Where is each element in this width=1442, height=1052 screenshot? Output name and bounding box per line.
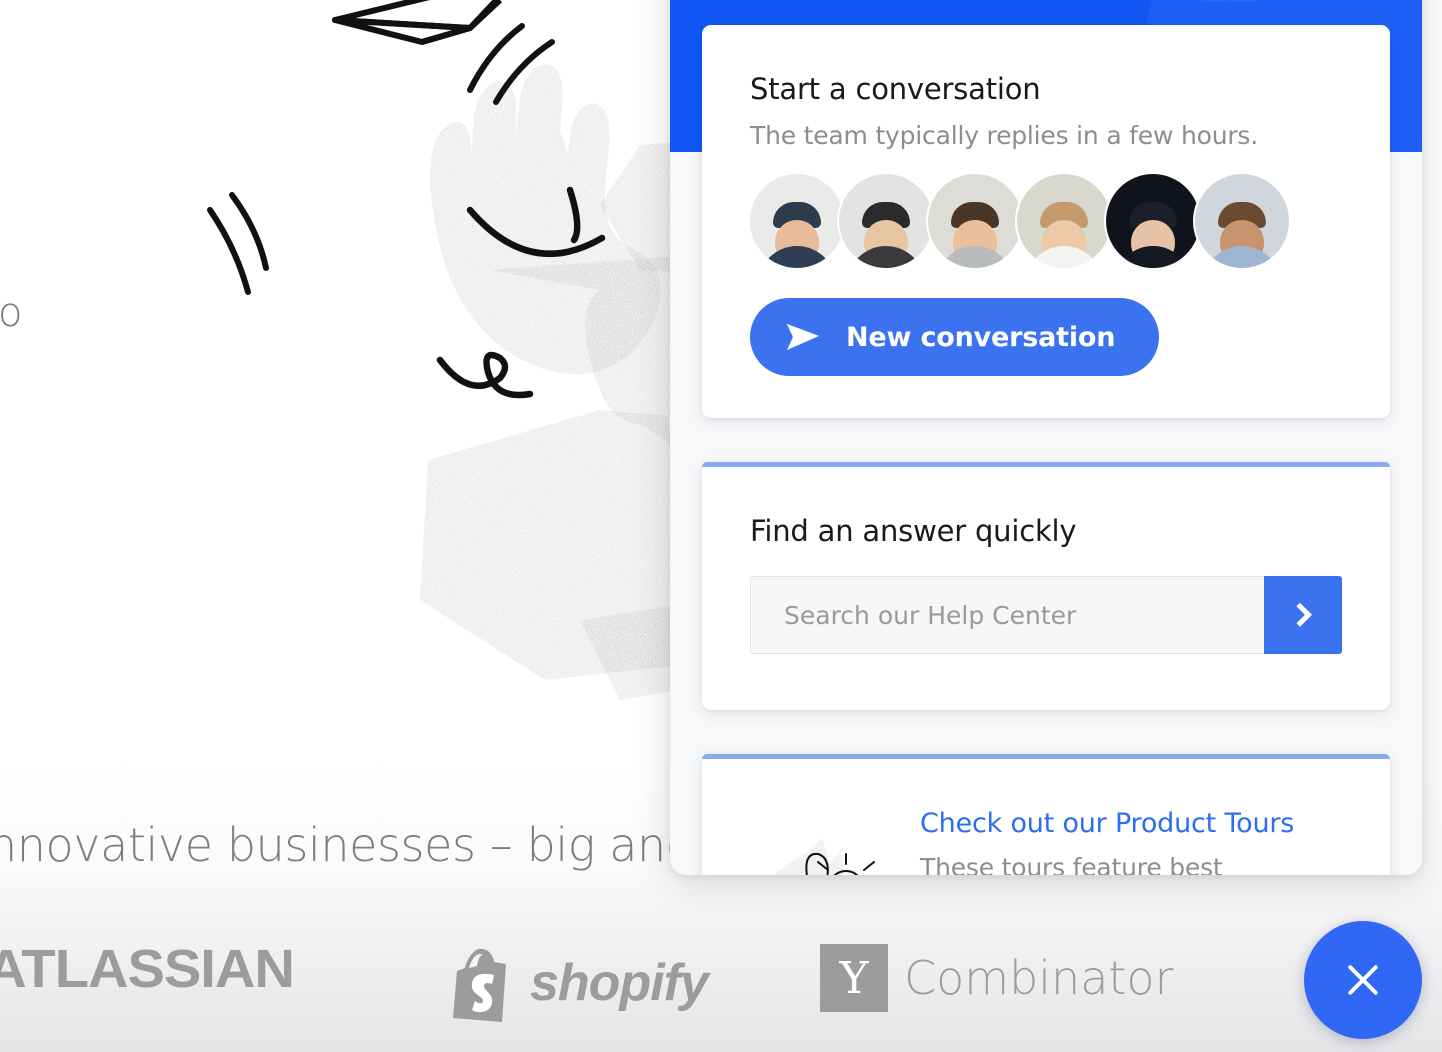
new-conversation-label: New conversation bbox=[846, 321, 1116, 353]
close-x-icon bbox=[1343, 960, 1383, 1000]
intercom-messenger-panel: Start a conversation The team typically … bbox=[670, 0, 1422, 875]
logo-shopify-text: shopify bbox=[530, 954, 709, 1012]
help-center-search-card: Find an answer quickly bbox=[702, 462, 1390, 710]
avatar bbox=[1017, 174, 1111, 268]
start-conversation-title: Start a conversation bbox=[750, 72, 1041, 106]
search-submit-button[interactable] bbox=[1264, 576, 1342, 654]
product-tours-link[interactable]: Check out our Product Tours bbox=[920, 808, 1294, 839]
search-row bbox=[750, 576, 1342, 654]
product-tours-card[interactable]: Check out our Product Tours These tours … bbox=[702, 754, 1390, 875]
search-card-title: Find an answer quickly bbox=[750, 514, 1077, 548]
avatar bbox=[839, 174, 933, 268]
hand-outline-doodle bbox=[436, 186, 606, 399]
product-tours-text: Check out our Product Tours These tours … bbox=[920, 800, 1294, 875]
chevron-right-icon bbox=[1287, 602, 1312, 627]
shopify-bag-icon bbox=[453, 948, 506, 1022]
messenger-close-button[interactable] bbox=[1304, 921, 1422, 1039]
avatar bbox=[928, 174, 1022, 268]
new-conversation-button[interactable]: New conversation bbox=[750, 298, 1160, 376]
start-conversation-subtitle: The team typically replies in a few hour… bbox=[750, 121, 1258, 150]
product-tour-illustration bbox=[746, 818, 902, 875]
yc-mark: Y bbox=[820, 944, 888, 1012]
search-input[interactable] bbox=[750, 576, 1264, 654]
product-tours-description: These tours feature best bbox=[920, 853, 1223, 875]
paper-plane-doodle bbox=[332, 0, 503, 45]
background-partial-word: o bbox=[0, 290, 23, 336]
background-tagline: nnovative businesses – big and bbox=[0, 818, 695, 872]
paper-plane-icon bbox=[787, 324, 819, 350]
start-conversation-card: Start a conversation The team typically … bbox=[702, 25, 1390, 418]
logo-ycombinator: Y Combinator bbox=[820, 944, 1174, 1012]
logo-atlassian: ATLASSIAN bbox=[0, 939, 295, 999]
motion-lines bbox=[207, 23, 555, 295]
logo-shopify: shopify bbox=[450, 944, 709, 1022]
logo-ycombinator-text: Combinator bbox=[904, 951, 1174, 1005]
messenger-content: Start a conversation The team typically … bbox=[670, 0, 1422, 875]
avatar bbox=[1106, 174, 1200, 268]
teammate-avatar-row bbox=[750, 174, 1342, 268]
screen: o nnovative businesses – big and ATLASSI… bbox=[0, 0, 1442, 1052]
customer-logo-strip: ATLASSIAN shopify Y Combinator bbox=[0, 930, 1442, 1040]
avatar bbox=[1195, 174, 1289, 268]
waving-hand bbox=[429, 64, 661, 375]
avatar bbox=[750, 174, 844, 268]
